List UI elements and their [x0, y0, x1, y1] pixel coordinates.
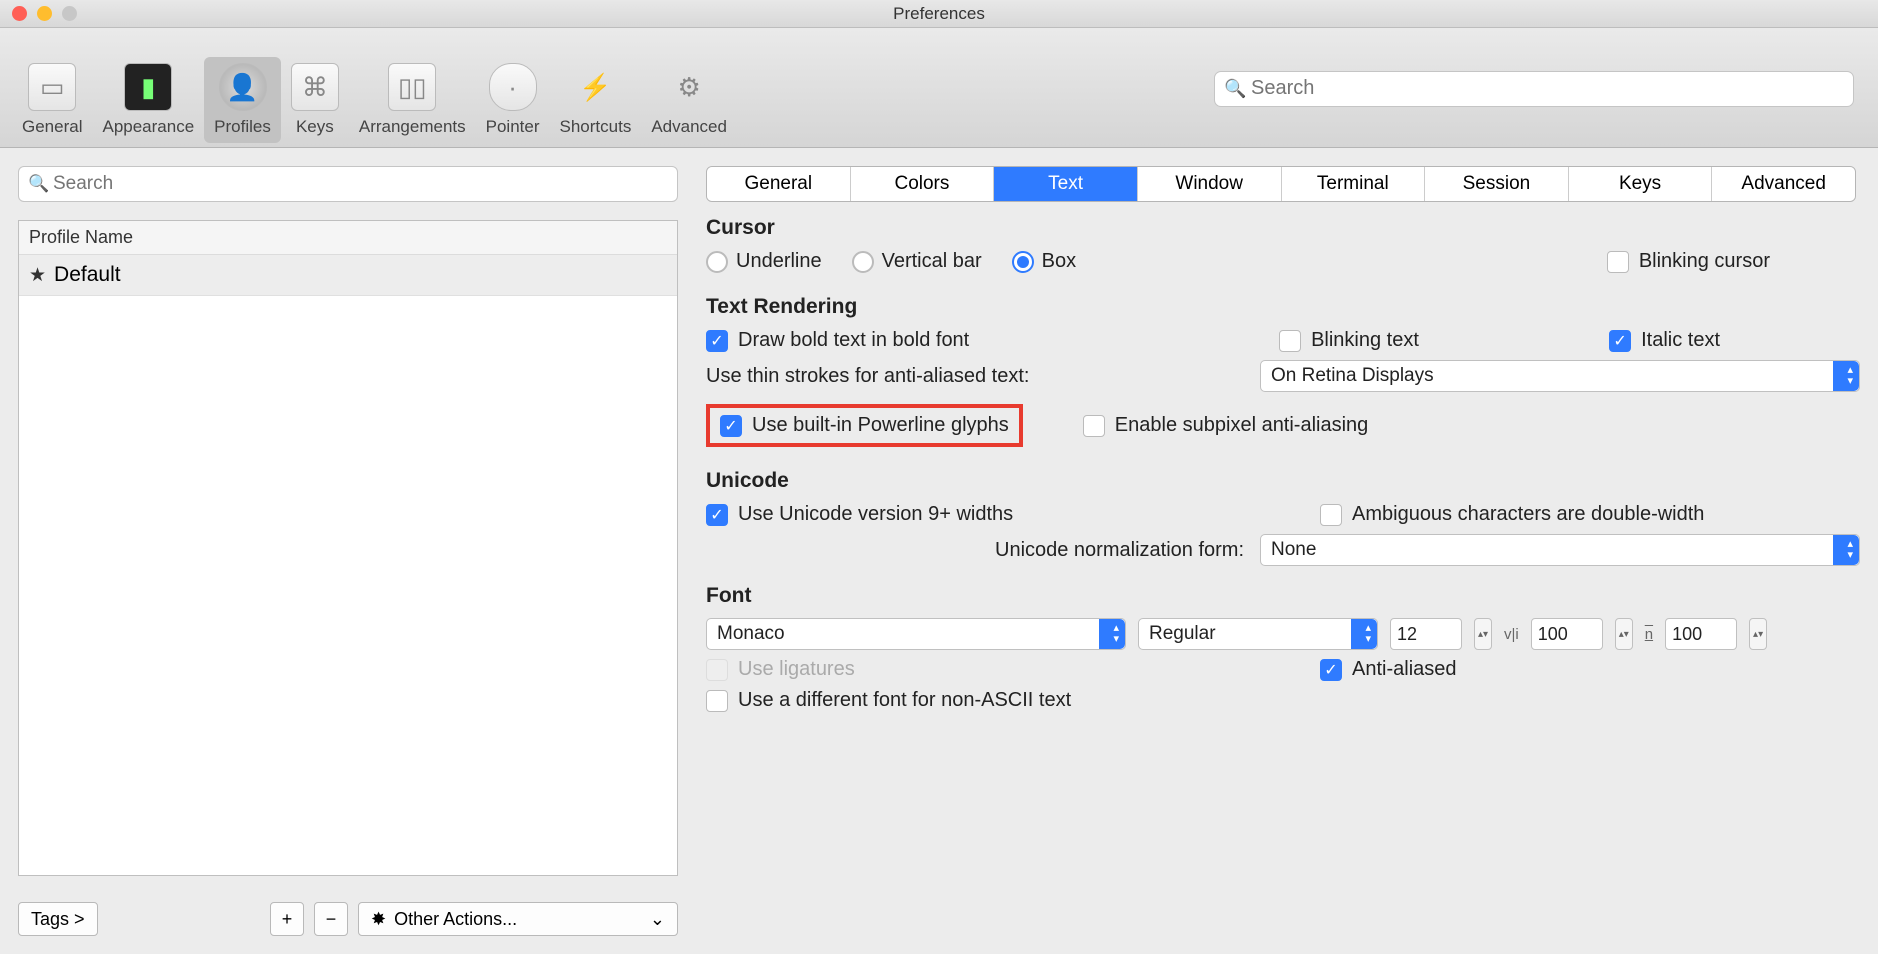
font-section-title: Font [706, 584, 1860, 608]
ligatures-checkbox: Use ligatures [706, 658, 855, 681]
profile-subtabs: General Colors Text Window Terminal Sess… [706, 166, 1856, 202]
toolbar-profiles[interactable]: 👤Profiles [204, 57, 281, 143]
ambiguous-width-checkbox[interactable]: Ambiguous characters are double-width [1320, 503, 1860, 526]
vspace-icon: n [1645, 626, 1653, 643]
preferences-toolbar: ▭General ▮Appearance 👤Profiles ⌘Keys ▯▯A… [0, 28, 1878, 148]
appearance-icon: ▮ [124, 63, 172, 111]
vspace-field[interactable]: 100 [1665, 618, 1737, 650]
nonascii-font-checkbox[interactable]: Use a different font for non-ASCII text [706, 689, 1071, 712]
toolbar-pointer[interactable]: ·Pointer [476, 57, 550, 143]
hspace-stepper[interactable]: ▴▾ [1615, 618, 1633, 650]
profile-list-header: Profile Name [19, 221, 677, 255]
toolbar-keys[interactable]: ⌘Keys [281, 57, 349, 143]
star-icon: ★ [29, 264, 46, 287]
window-title: Preferences [0, 4, 1878, 24]
blinking-cursor-checkbox[interactable]: Blinking cursor [1607, 250, 1770, 273]
italic-text-checkbox[interactable]: Italic text [1609, 329, 1720, 352]
powerline-highlight: Use built-in Powerline glyphs [706, 404, 1023, 447]
subtab-session[interactable]: Session [1425, 167, 1569, 201]
unicode-v9-checkbox[interactable]: Use Unicode version 9+ widths [706, 503, 1013, 526]
toolbar-shortcuts[interactable]: ⚡Shortcuts [550, 57, 642, 143]
subtab-general[interactable]: General [707, 167, 851, 201]
titlebar: Preferences [0, 0, 1878, 28]
search-icon: 🔍 [1224, 78, 1246, 99]
gear-icon: ✸ [371, 909, 386, 930]
advanced-icon: ⚙ [665, 63, 713, 111]
profile-search-input[interactable] [18, 166, 678, 202]
subtab-advanced[interactable]: Advanced [1712, 167, 1855, 201]
cursor-vertical-radio[interactable]: Vertical bar [852, 250, 982, 273]
cursor-underline-radio[interactable]: Underline [706, 250, 822, 273]
search-icon: 🔍 [28, 174, 49, 194]
profile-settings-panel: General Colors Text Window Terminal Sess… [702, 166, 1860, 936]
general-icon: ▭ [28, 63, 76, 111]
profile-sidebar: 🔍 Profile Name ★ Default Tags > + − ✸ Ot… [18, 166, 678, 936]
add-profile-button[interactable]: + [270, 902, 304, 936]
toolbar-appearance[interactable]: ▮Appearance [92, 57, 204, 143]
text-rendering-section-title: Text Rendering [706, 295, 1860, 319]
profile-item-label: Default [54, 263, 121, 287]
profile-list: Profile Name ★ Default [18, 220, 678, 876]
font-size-field[interactable]: 12 [1390, 618, 1462, 650]
draw-bold-checkbox[interactable]: Draw bold text in bold font [706, 329, 969, 352]
antialiased-checkbox[interactable]: Anti-aliased [1320, 658, 1860, 681]
subtab-window[interactable]: Window [1138, 167, 1282, 201]
font-weight-select[interactable]: Regular▴▾ [1138, 618, 1378, 650]
toolbar-general[interactable]: ▭General [12, 57, 92, 143]
pointer-icon: · [489, 63, 537, 111]
blinking-text-checkbox[interactable]: Blinking text [1279, 329, 1579, 352]
toolbar-arrangements[interactable]: ▯▯Arrangements [349, 57, 476, 143]
thin-strokes-label: Use thin strokes for anti-aliased text: [706, 365, 1029, 388]
cursor-box-radio[interactable]: Box [1012, 250, 1076, 273]
arrangements-icon: ▯▯ [388, 63, 436, 111]
other-actions-dropdown[interactable]: ✸ Other Actions... ⌄ [358, 902, 678, 936]
toolbar-advanced[interactable]: ⚙Advanced [641, 57, 737, 143]
remove-profile-button[interactable]: − [314, 902, 348, 936]
font-family-select[interactable]: Monaco▴▾ [706, 618, 1126, 650]
thin-strokes-select[interactable]: On Retina Displays▴▾ [1260, 360, 1860, 392]
tags-button[interactable]: Tags > [18, 902, 98, 936]
toolbar-search-input[interactable] [1214, 71, 1854, 107]
unicode-norm-select[interactable]: None▴▾ [1260, 534, 1860, 566]
chevron-down-icon: ⌄ [650, 909, 665, 930]
hspace-icon: v|i [1504, 626, 1519, 643]
subtab-keys[interactable]: Keys [1569, 167, 1713, 201]
subpixel-aa-checkbox[interactable]: Enable subpixel anti-aliasing [1083, 414, 1369, 437]
powerline-glyphs-checkbox[interactable]: Use built-in Powerline glyphs [720, 414, 1009, 437]
subtab-terminal[interactable]: Terminal [1282, 167, 1426, 201]
profile-item-default[interactable]: ★ Default [19, 255, 677, 296]
shortcuts-icon: ⚡ [571, 63, 619, 111]
unicode-section-title: Unicode [706, 469, 1860, 493]
cursor-section-title: Cursor [706, 216, 1860, 240]
profiles-icon: 👤 [219, 63, 267, 111]
keys-icon: ⌘ [291, 63, 339, 111]
unicode-norm-label: Unicode normalization form: [995, 539, 1244, 562]
subtab-colors[interactable]: Colors [851, 167, 995, 201]
subtab-text[interactable]: Text [994, 167, 1138, 201]
vspace-stepper[interactable]: ▴▾ [1749, 618, 1767, 650]
font-size-stepper[interactable]: ▴▾ [1474, 618, 1492, 650]
hspace-field[interactable]: 100 [1531, 618, 1603, 650]
